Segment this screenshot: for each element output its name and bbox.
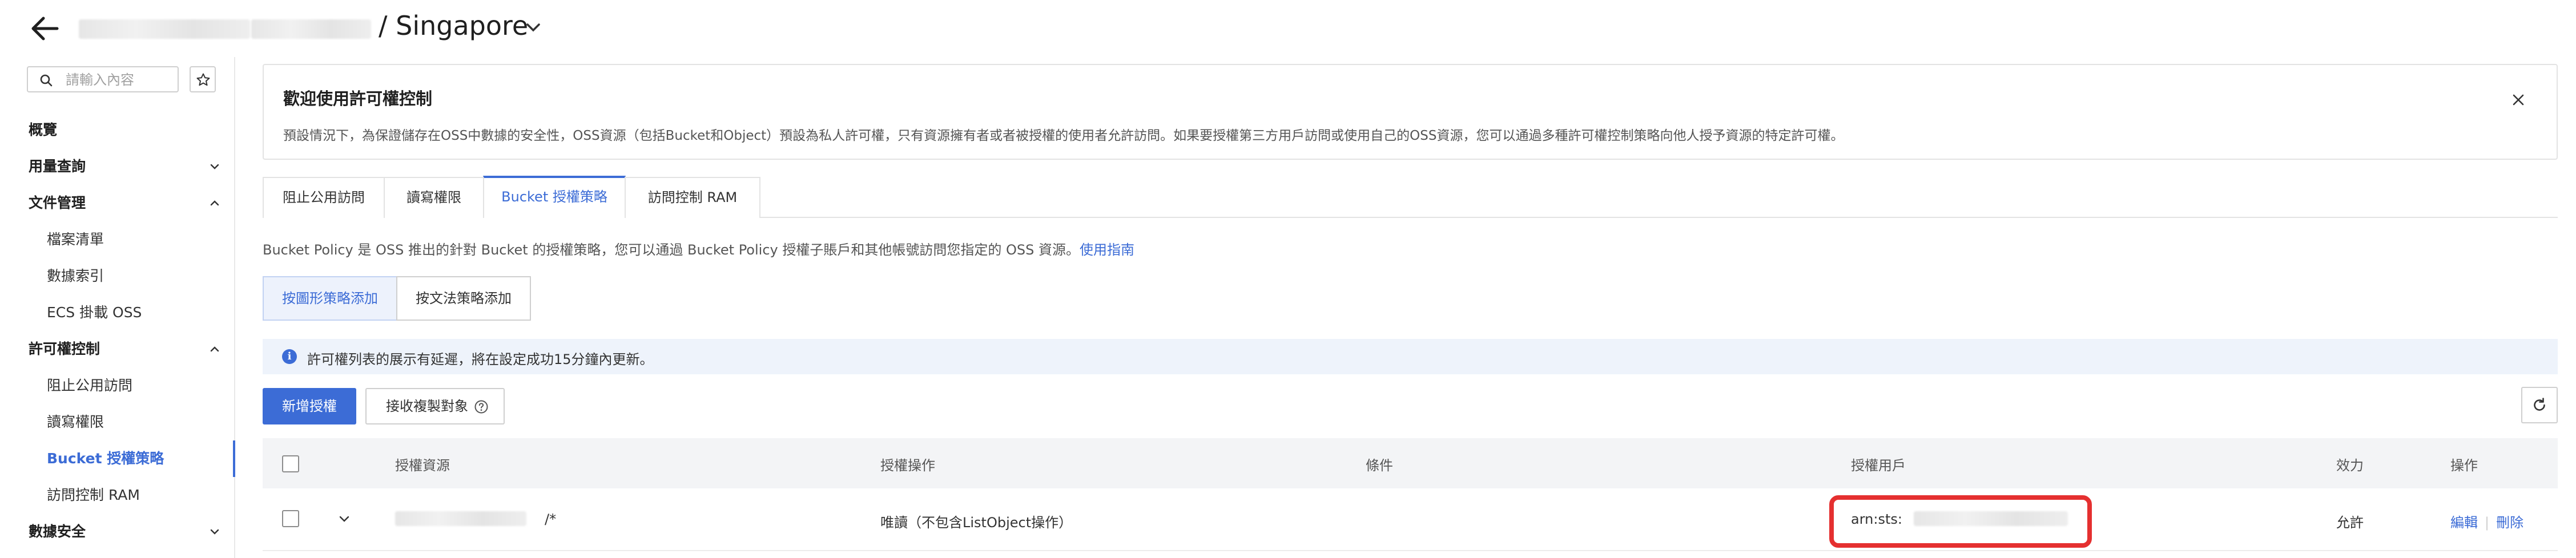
chevron-down-icon[interactable] [523, 17, 544, 38]
back-button[interactable] [27, 13, 62, 45]
tab-bucket-policy[interactable]: Bucket 授權策略 [483, 176, 626, 218]
sidebar-item-permission-control[interactable]: 許可權控制 [0, 335, 234, 363]
sidebar-item-label: 檔案清單 [47, 231, 104, 248]
highlight-annotation [1829, 495, 2092, 548]
edit-link[interactable]: 編輯 [2450, 515, 2478, 531]
info-text: 許可權列表的展示有延遲，將在設定成功15分鐘內更新。 [307, 351, 654, 367]
page-title: / Singapore [379, 10, 529, 41]
redacted-bucket-name-2 [251, 19, 371, 39]
delete-link[interactable]: 刪除 [2496, 515, 2523, 531]
resource-suffix: /* [545, 511, 557, 527]
sidebar-item-file-list[interactable]: 檔案清單 [0, 225, 234, 254]
tab-bar: 阻止公用訪問 讀寫權限 Bucket 授權策略 訪問控制 RAM [263, 176, 2558, 218]
banner-title: 歡迎使用許可權控制 [283, 89, 433, 108]
help-icon[interactable] [474, 399, 489, 414]
sidebar-item-label: 用量查詢 [29, 158, 86, 175]
info-notice: i 許可權列表的展示有延遲，將在設定成功15分鐘內更新。 [263, 339, 2558, 374]
sidebar-item-ecs-mount[interactable]: ECS 掛載 OSS [0, 298, 234, 327]
table-row: /* 唯讀（不包含ListObject操作） arn:sts: 允許 編輯 | 刪除 [263, 488, 2558, 551]
action-separator: | [2485, 515, 2490, 531]
column-header-user: 授權用戶 [1851, 458, 1906, 474]
sidebar-item-file-management[interactable]: 文件管理 [0, 189, 234, 217]
chevron-down-icon[interactable] [337, 511, 352, 526]
policy-description: Bucket Policy 是 OSS 推出的針對 Bucket 的授權策略，您… [263, 238, 1134, 258]
column-header-actions: 操作 [2450, 458, 2478, 474]
arrow-left-icon [31, 17, 59, 41]
sidebar-search[interactable] [27, 66, 179, 92]
info-icon: i [282, 349, 297, 364]
main-content: 歡迎使用許可權控制 預設情況下，為保證儲存在OSS中數據的安全性，OSS資源（包… [263, 57, 2558, 558]
description-text: Bucket Policy 是 OSS 推出的針對 Bucket 的授權策略，您… [263, 242, 1080, 258]
sidebar-item-label: Bucket 授權策略 [47, 450, 164, 467]
redacted-bucket-name [79, 19, 250, 39]
sidebar-item-read-write[interactable]: 讀寫權限 [0, 408, 234, 436]
welcome-banner: 歡迎使用許可權控制 預設情況下，為保證儲存在OSS中數據的安全性，OSS資源（包… [263, 64, 2558, 160]
sidebar-item-label: 許可權控制 [29, 341, 100, 357]
sidebar-item-label: 概覽 [29, 122, 58, 138]
chevron-down-icon [210, 529, 219, 535]
search-icon [40, 74, 53, 87]
sidebar-item-ram[interactable]: 訪問控制 RAM [0, 481, 234, 510]
chevron-up-icon [210, 346, 219, 352]
sidebar-item-usage[interactable]: 用量查詢 [0, 152, 234, 181]
refresh-icon [2534, 398, 2545, 411]
sidebar-item-label: 數據安全 [29, 523, 86, 540]
sidebar-item-block-public-access[interactable]: 阻止公用訪問 [0, 371, 234, 400]
graphic-policy-button[interactable]: 按圖形策略添加 [263, 276, 397, 321]
select-all-checkbox[interactable] [282, 455, 299, 472]
sidebar-search-input[interactable] [66, 71, 174, 89]
tab-read-write[interactable]: 讀寫權限 [384, 177, 484, 218]
operation-cell: 唯讀（不包含ListObject操作） [880, 515, 1073, 531]
sidebar-item-bucket-policy[interactable]: Bucket 授權策略 [0, 440, 235, 477]
refresh-button[interactable] [2521, 387, 2558, 423]
sidebar-item-label: 訪問控制 RAM [47, 487, 140, 503]
sidebar-item-label: 阻止公用訪問 [47, 377, 133, 394]
sidebar-item-label: ECS 掛載 OSS [47, 304, 142, 321]
effect-cell: 允許 [2336, 515, 2364, 531]
user-guide-link[interactable]: 使用指南 [1080, 242, 1134, 258]
redacted-resource-name [395, 511, 526, 526]
syntax-policy-button[interactable]: 按文法策略添加 [396, 276, 531, 321]
column-header-condition: 條件 [1366, 458, 1393, 474]
banner-text: 預設情況下，為保證儲存在OSS中數據的安全性，OSS資源（包括Bucket和Ob… [283, 128, 1844, 143]
column-header-operation: 授權操作 [880, 458, 935, 474]
sidebar-item-overview[interactable]: 概覽 [0, 116, 234, 144]
table-header: 授權資源 授權操作 條件 授權用戶 效力 操作 [263, 438, 2558, 488]
close-icon[interactable] [2511, 92, 2526, 107]
column-header-effect: 效力 [2336, 458, 2364, 474]
row-actions: 編輯 | 刪除 [2450, 511, 2523, 531]
receive-copy-label: 接收複製對象 [386, 398, 468, 414]
sidebar-item-label: 數據索引 [47, 268, 104, 284]
sidebar: 概覽 用量查詢 文件管理 檔案清單 數據索引 ECS 掛載 OSS 許可權控制 … [0, 57, 235, 558]
receive-copy-button[interactable]: 接收複製對象 [365, 388, 505, 424]
column-header-resource: 授權資源 [395, 458, 450, 474]
tab-ram[interactable]: 訪問控制 RAM [625, 177, 760, 218]
star-icon [196, 73, 210, 86]
add-authorization-button[interactable]: 新增授權 [263, 388, 356, 424]
sidebar-item-label: 文件管理 [29, 195, 86, 211]
tab-block-public-access[interactable]: 阻止公用訪問 [263, 177, 385, 218]
row-checkbox[interactable] [282, 510, 299, 527]
favorite-button[interactable] [190, 66, 216, 92]
chevron-up-icon [210, 200, 219, 206]
page-header: / Singapore [0, 0, 2576, 57]
sidebar-item-data-index[interactable]: 數據索引 [0, 262, 234, 290]
sidebar-item-label: 讀寫權限 [47, 414, 104, 430]
chevron-down-icon [210, 164, 219, 169]
sidebar-item-data-security[interactable]: 數據安全 [0, 517, 234, 546]
